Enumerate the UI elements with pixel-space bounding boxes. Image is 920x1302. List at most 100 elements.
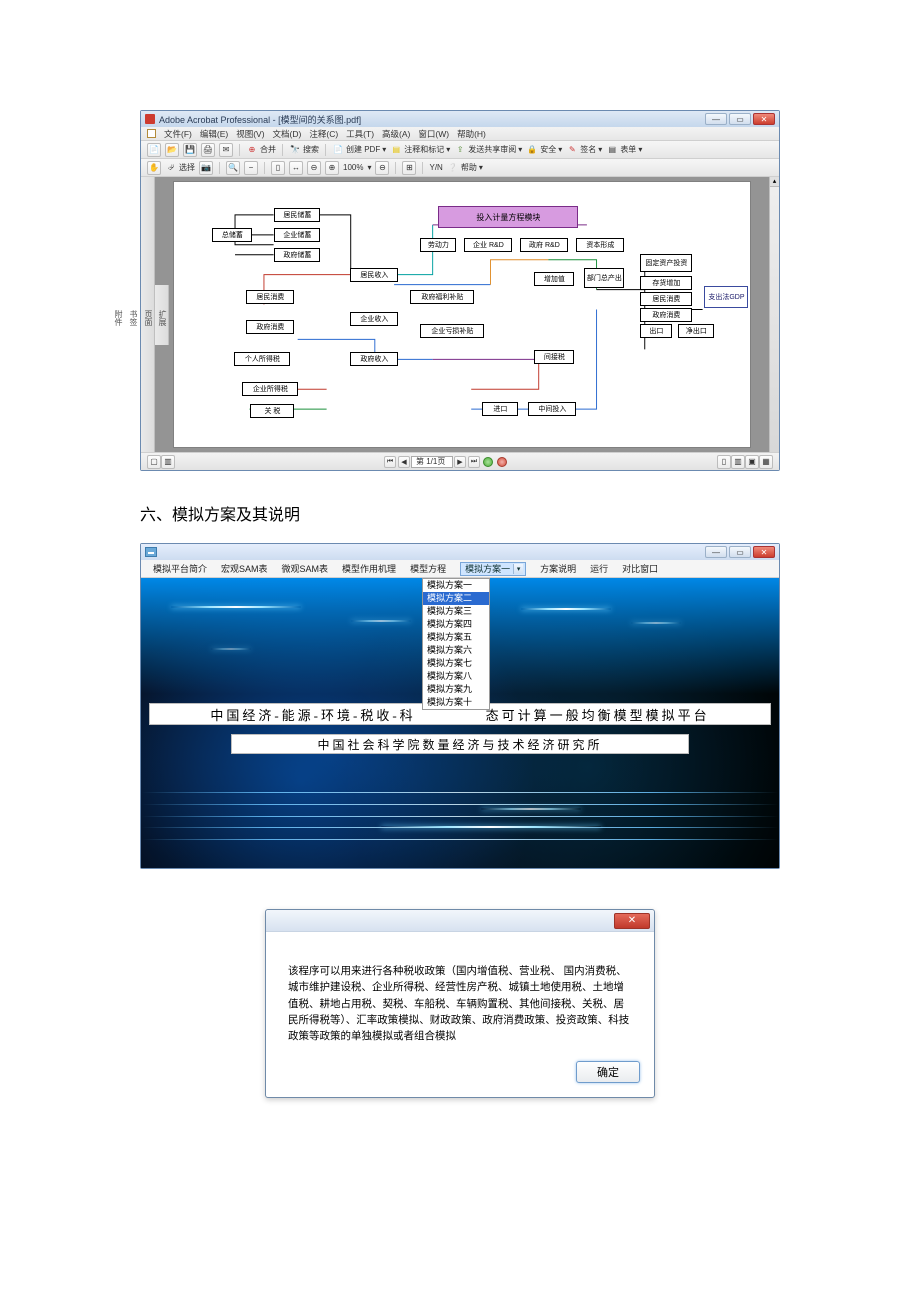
ok-button[interactable]: 确定	[576, 1061, 640, 1083]
menu-compare[interactable]: 对比窗口	[622, 562, 658, 575]
new-icon[interactable]: 📄	[147, 143, 161, 157]
email-icon[interactable]: ✉	[219, 143, 233, 157]
zoom-value[interactable]: 100%	[343, 163, 363, 172]
page-size-icon[interactable]: ▢	[147, 455, 161, 469]
fit-width-icon[interactable]: ↔	[289, 161, 303, 175]
continuous-facing-icon[interactable]: ▦	[759, 455, 773, 469]
diagram: 居民储蓄 企业储蓄 政府储蓄 总储蓄 投入计量方程模块 劳动力 企业 R&D 政…	[182, 190, 741, 439]
chevron-down-icon[interactable]: ▾	[513, 564, 523, 574]
menu-micro-sam[interactable]: 微观SAM表	[282, 562, 329, 575]
node-export: 出口	[640, 324, 672, 338]
search-button[interactable]: 🔭搜索	[289, 144, 319, 156]
option-4[interactable]: 模拟方案四	[423, 618, 489, 631]
expand-tab[interactable]: 扩展	[157, 310, 168, 326]
close-button[interactable]: ✕	[753, 546, 775, 558]
option-8[interactable]: 模拟方案八	[423, 670, 489, 683]
menu-edit[interactable]: 编辑(E)	[200, 128, 228, 140]
forms-button[interactable]: ▤表单 ▾	[606, 144, 642, 156]
security-button[interactable]: 🔒安全 ▾	[526, 144, 562, 156]
flare-decor	[521, 608, 611, 610]
dialog-body: 该程序可以用来进行各种税收政策（国内增值税、营业税、 国内消费税、城市维护建设税…	[266, 932, 654, 1053]
menu-macro-sam[interactable]: 宏观SAM表	[221, 562, 268, 575]
menu-tools[interactable]: 工具(T)	[346, 128, 374, 140]
option-10[interactable]: 模拟方案十	[423, 696, 489, 709]
attachments-tab[interactable]: 附件	[113, 310, 124, 326]
scenario-dropdown[interactable]: 模拟方案一 模拟方案二 模拟方案三 模拟方案四 模拟方案五 模拟方案六 模拟方案…	[422, 578, 490, 710]
scroll-up-icon[interactable]: ▴	[770, 177, 779, 187]
menu-view[interactable]: 视图(V)	[236, 128, 264, 140]
comments-button[interactable]: ▤注释和标记 ▾	[390, 144, 450, 156]
acrobat-pagebar: ▢ ▥ ⏮ ◀ 第 1/1页 ▶ ⏭ ▯ ▥ ▣ ▦	[141, 452, 779, 470]
separator	[219, 162, 220, 174]
help-button[interactable]: ❔帮助 ▾	[447, 162, 483, 174]
save-icon[interactable]: 💾	[183, 143, 197, 157]
menu-mechanism[interactable]: 模型作用机理	[342, 562, 396, 575]
maximize-button[interactable]: ▭	[729, 546, 751, 558]
pages-tab[interactable]: 页面	[143, 310, 154, 326]
last-page-icon[interactable]: ⏭	[468, 456, 480, 468]
menu-window[interactable]: 窗口(W)	[418, 128, 449, 140]
separator	[422, 162, 423, 174]
left-pane-tabs-1[interactable]: 页面 书签 附件	[141, 177, 155, 452]
left-pane-tabs-2[interactable]: 扩展 签名	[155, 285, 169, 345]
nav-back-icon[interactable]	[483, 457, 493, 467]
menu-desc[interactable]: 方案说明	[540, 562, 576, 575]
option-7[interactable]: 模拟方案七	[423, 657, 489, 670]
vertical-scrollbar[interactable]: ▴	[769, 177, 779, 452]
facing-icon[interactable]: ▣	[745, 455, 759, 469]
open-icon[interactable]: 📂	[165, 143, 179, 157]
menu-document[interactable]: 文档(D)	[273, 128, 302, 140]
bookmarks-tab[interactable]: 书签	[128, 310, 139, 326]
option-6[interactable]: 模拟方案六	[423, 644, 489, 657]
banner-1-pre: 中国经济-能源-环境-税收-科	[210, 705, 415, 724]
page-indicator[interactable]: 第 1/1页	[411, 456, 453, 468]
option-3[interactable]: 模拟方案三	[423, 605, 489, 618]
option-5[interactable]: 模拟方案五	[423, 631, 489, 644]
prev-page-icon[interactable]: ◀	[398, 456, 410, 468]
flare-decor	[351, 620, 411, 622]
rotate-icon[interactable]: ⊖	[375, 161, 389, 175]
option-1[interactable]: 模拟方案一	[423, 579, 489, 592]
close-button[interactable]: ✕	[753, 113, 775, 125]
select-tool[interactable]: ⮰选择	[165, 162, 195, 174]
maximize-button[interactable]: ▭	[729, 113, 751, 125]
menu-help[interactable]: 帮助(H)	[457, 128, 486, 140]
first-page-icon[interactable]: ⏮	[384, 456, 396, 468]
send-review-button[interactable]: ⇪发送共享审阅 ▾	[454, 144, 522, 156]
menu-comment[interactable]: 注释(C)	[309, 128, 338, 140]
fit-page-icon[interactable]: ▯	[271, 161, 285, 175]
create-pdf-button[interactable]: 📄创建 PDF ▾	[332, 144, 386, 156]
dialog-close-button[interactable]: ✕	[614, 913, 650, 929]
node-govt-income: 政府收入	[350, 352, 398, 366]
zoom-minus-icon[interactable]: ⊖	[307, 161, 321, 175]
minimize-button[interactable]: —	[705, 546, 727, 558]
menu-advanced[interactable]: 高级(A)	[382, 128, 410, 140]
page-layout-icon[interactable]: ▥	[161, 455, 175, 469]
yn-tool[interactable]: Y/N	[429, 163, 442, 172]
sign-button[interactable]: ✎签名 ▾	[566, 144, 602, 156]
option-2[interactable]: 模拟方案二	[423, 592, 489, 605]
menu-intro[interactable]: 模拟平台简介	[153, 562, 207, 575]
zoom-out-icon[interactable]: −	[244, 161, 258, 175]
next-page-icon[interactable]: ▶	[454, 456, 466, 468]
snapshot-icon[interactable]: 📷	[199, 161, 213, 175]
combine-button[interactable]: ⊕合并	[246, 144, 276, 156]
hand-tool-icon[interactable]: ✋	[147, 161, 161, 175]
print-icon[interactable]: 🖨	[201, 143, 215, 157]
acrobat-title: Adobe Acrobat Professional - [模型间的关系图.pd…	[159, 113, 705, 126]
option-9[interactable]: 模拟方案九	[423, 683, 489, 696]
scenario-combobox[interactable]: 模拟方案一 ▾	[460, 562, 526, 576]
acrobat-menubar: 文件(F) 编辑(E) 视图(V) 文档(D) 注释(C) 工具(T) 高级(A…	[141, 127, 779, 141]
single-page-icon[interactable]: ▯	[717, 455, 731, 469]
continuous-icon[interactable]: ▥	[731, 455, 745, 469]
zoom-tool-icon[interactable]: 🔍	[226, 161, 240, 175]
minimize-button[interactable]: —	[705, 113, 727, 125]
menu-run[interactable]: 运行	[590, 562, 608, 575]
menu-file[interactable]: 文件(F)	[164, 128, 192, 140]
separator	[264, 162, 265, 174]
acrobat-toolbar-2: ✋ ⮰选择 📷 🔍 − ▯ ↔ ⊖ ⊕ 100% ▾ ⊖ ⊞ Y/N ❔帮助 ▾	[141, 159, 779, 177]
menu-equations[interactable]: 模型方程	[410, 562, 446, 575]
page-display-icon[interactable]: ⊞	[402, 161, 416, 175]
nav-fwd-icon[interactable]	[497, 457, 507, 467]
zoom-plus-icon[interactable]: ⊕	[325, 161, 339, 175]
